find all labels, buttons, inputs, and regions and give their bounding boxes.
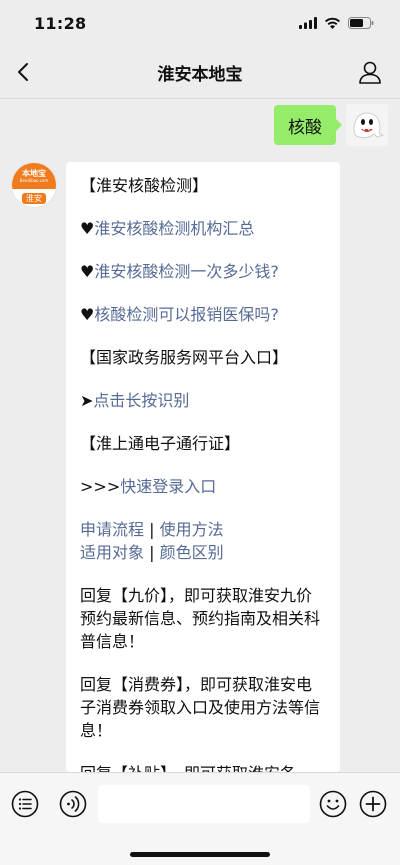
reply-hint-hpv: 回复【九价】，即可获取淮安九价预约最新信息、预约指南及相关科普信息！	[80, 586, 321, 651]
message-item-1: ♥淮安核酸检测机构汇总	[80, 217, 326, 240]
nav-bar: 淮安本地宝	[0, 46, 400, 98]
link-long-press[interactable]: 点击长按识别	[93, 391, 189, 410]
official-account-avatar[interactable]: 本地宝 Bendibao.com 淮安	[11, 162, 57, 208]
avatar-city-area: 淮安	[12, 189, 56, 207]
back-arrow-icon[interactable]	[12, 60, 36, 84]
status-icons	[299, 17, 374, 29]
reply-hint-subsidy: 回复【补贴】，即可获取淮安各	[80, 762, 326, 772]
menu-list-icon[interactable]	[10, 789, 40, 819]
link-insurance-reimbursement[interactable]: 核酸检测可以报销医保吗?	[94, 305, 279, 324]
heart-icon: ♥	[80, 262, 95, 281]
status-time: 11:28	[34, 13, 87, 33]
message-section-pass: 【淮上通电子通行证】	[80, 434, 241, 453]
wifi-icon	[325, 17, 340, 29]
user-profile-icon[interactable]	[356, 58, 384, 86]
outgoing-message-row: 核酸	[274, 104, 388, 146]
avatar-logo-text: 本地宝	[22, 169, 46, 179]
message-item-3: ♥核酸检测可以报销医保吗?	[80, 303, 326, 326]
heart-icon: ♥	[80, 219, 95, 238]
voice-icon[interactable]	[58, 789, 88, 819]
battery-icon	[348, 17, 374, 29]
header-divider	[0, 98, 400, 99]
user-avatar[interactable]	[346, 104, 388, 146]
incoming-message-bubble: 【淮安核酸检测】 ♥淮安核酸检测机构汇总 ♥淮安核酸检测一次多少钱? ♥核酸检测…	[66, 162, 340, 772]
link-quick-login[interactable]: 快速登录入口	[120, 477, 216, 496]
avatar-city-text: 淮安	[22, 192, 46, 204]
message-input[interactable]	[98, 785, 310, 823]
outgoing-message-text: 核酸	[288, 117, 322, 138]
chat-title: 淮安本地宝	[157, 64, 243, 85]
message-title: 【淮安核酸检测】	[80, 176, 209, 195]
link-testing-institutions[interactable]: 淮安核酸检测机构汇总	[94, 219, 254, 238]
message-item-4: ➤点击长按识别	[80, 389, 326, 412]
emoji-icon[interactable]	[318, 789, 348, 819]
message-prefix: >>>	[80, 477, 121, 496]
message-section-portal: 【国家政务服务网平台入口】	[80, 348, 289, 367]
link-separator: |	[144, 543, 160, 562]
signal-icon	[299, 17, 317, 29]
heart-icon: ♥	[80, 305, 95, 324]
avatar-logo-area: 本地宝 Bendibao.com	[12, 163, 56, 190]
message-item-5: >>>快速登录入口	[80, 475, 326, 498]
plus-icon[interactable]	[358, 789, 388, 819]
link-applicable-objects[interactable]: 适用对象	[80, 543, 144, 562]
link-separator: |	[144, 520, 160, 539]
home-indicator[interactable]	[130, 852, 270, 857]
link-application-process[interactable]: 申请流程	[80, 520, 144, 539]
message-item-2: ♥淮安核酸检测一次多少钱?	[80, 260, 326, 283]
reply-hint-coupon: 回复【消费券】，即可获取淮安电子消费券领取入口及使用方法等信息！	[80, 675, 321, 740]
status-bar: 11:28	[0, 0, 400, 46]
outgoing-message-bubble[interactable]: 核酸	[274, 105, 342, 145]
arrow-icon: ➤	[80, 391, 94, 410]
message-item-6: 申请流程 | 使用方法 适用对象 | 颜色区别	[80, 518, 326, 564]
avatar-logo-subtext: Bendibao.com	[19, 178, 49, 184]
link-usage-method[interactable]: 使用方法	[160, 520, 224, 539]
link-color-difference[interactable]: 颜色区别	[160, 543, 224, 562]
ghost-avatar-icon	[346, 104, 388, 146]
link-testing-cost[interactable]: 淮安核酸检测一次多少钱?	[94, 262, 279, 281]
